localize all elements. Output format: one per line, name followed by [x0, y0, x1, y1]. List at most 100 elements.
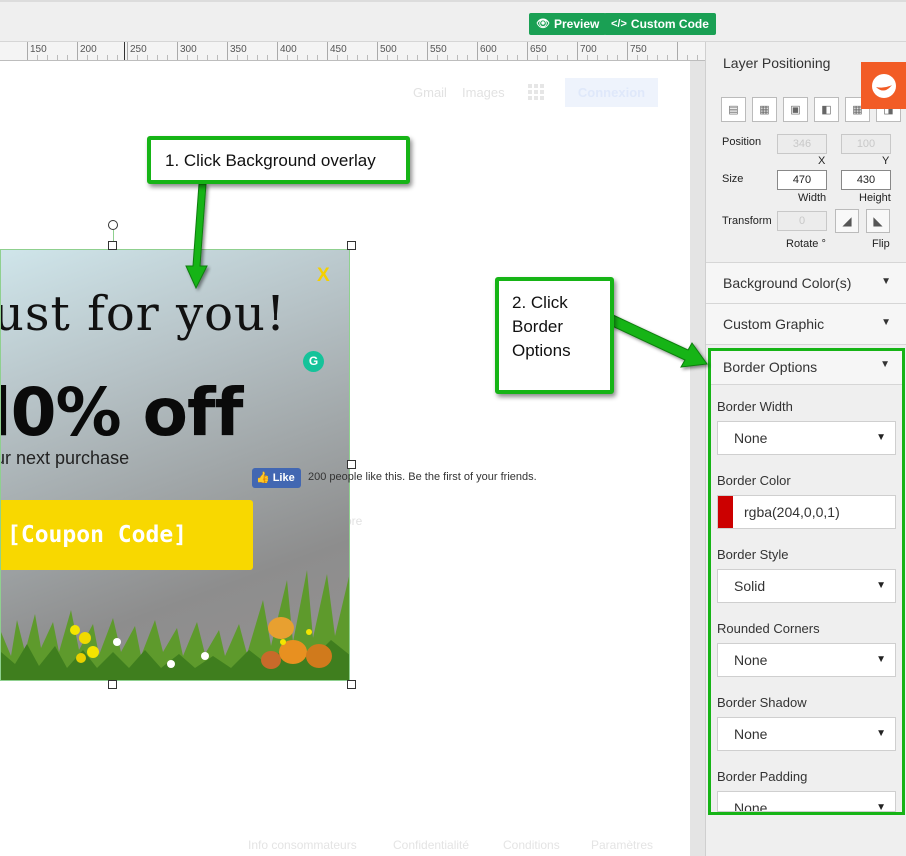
rounded-corners-select[interactable]: None ▼ — [717, 643, 896, 677]
ghost-footer-link-2: Confidentialité — [393, 838, 470, 852]
position-x-input[interactable]: 346 — [777, 134, 827, 154]
flip-horizontal-icon[interactable]: ◢ — [835, 209, 859, 233]
ghost-footer-link-3: Conditions — [503, 838, 560, 852]
background-colors-section[interactable]: Background Color(s) ▼ — [706, 263, 906, 303]
properties-panel: Layer Positioning ▤ ▦ ▣ ◧ ▦ ◨ Position 3… — [705, 42, 906, 856]
rounded-corners-value: None — [734, 652, 768, 668]
thumbs-up-icon: 👍 — [256, 472, 270, 484]
ruler-major-tick — [627, 42, 628, 60]
ruler-label: 300 — [180, 44, 197, 55]
ghost-apps-icon — [528, 84, 544, 100]
facebook-like-button[interactable]: 👍 Like — [252, 468, 301, 488]
chevron-down-icon: ▼ — [876, 432, 886, 443]
border-color-input[interactable]: rgba(204,0,0,1) — [717, 495, 896, 529]
ruler-major-tick — [177, 42, 178, 60]
ruler-label: 650 — [530, 44, 547, 55]
resize-handle-right[interactable] — [347, 460, 356, 469]
height-input[interactable]: 430 — [841, 170, 891, 190]
flip-label: Flip — [872, 238, 890, 250]
panel-divider — [706, 344, 906, 345]
border-width-value: None — [734, 430, 768, 446]
border-padding-value: None — [734, 800, 768, 812]
facebook-like-text: 200 people like this. Be the first of yo… — [308, 471, 537, 483]
position-label: Position — [722, 136, 762, 148]
ruler-label: 600 — [480, 44, 497, 55]
ruler-label: 450 — [330, 44, 347, 55]
y-label: Y — [882, 155, 890, 167]
ruler-major-tick — [527, 42, 528, 60]
align-left-icon[interactable]: ◧ — [814, 97, 839, 122]
ruler-label: 700 — [580, 44, 597, 55]
preview-button[interactable]: 👁 Preview — [529, 13, 607, 35]
ghost-connexion-button: Connexion — [565, 78, 658, 107]
custom-graphic-section[interactable]: Custom Graphic ▼ — [706, 304, 906, 344]
chevron-down-icon: ▼ — [876, 802, 886, 812]
border-options-header[interactable]: Border Options ▼ — [711, 351, 902, 385]
border-padding-select[interactable]: None ▼ — [717, 791, 896, 812]
rotate-label: Rotate ° — [786, 238, 826, 250]
flip-vertical-icon[interactable]: ◣ — [866, 209, 890, 233]
ruler-major-tick — [577, 42, 578, 60]
ruler-label: 350 — [230, 44, 247, 55]
border-width-select[interactable]: None ▼ — [717, 421, 896, 455]
border-color-value: rgba(204,0,0,1) — [744, 504, 840, 520]
border-style-value: Solid — [734, 578, 766, 594]
ghost-gmail-link: Gmail — [413, 85, 447, 100]
ruler-major-tick — [77, 42, 78, 60]
border-shadow-value: None — [734, 726, 768, 742]
ruler-label: 500 — [380, 44, 397, 55]
grass-eggs-image — [1, 570, 349, 680]
ruler-major-tick — [327, 42, 328, 60]
code-icon: </> — [611, 18, 627, 30]
resize-handle-top-right[interactable] — [347, 241, 356, 250]
brand-logo — [861, 62, 906, 109]
ruler-major-tick — [277, 42, 278, 60]
grammarly-icon[interactable]: G — [303, 351, 324, 372]
chevron-down-icon: ▼ — [881, 317, 891, 328]
ruler-label: 550 — [430, 44, 447, 55]
resize-handle-bottom[interactable] — [108, 680, 117, 689]
border-style-select[interactable]: Solid ▼ — [717, 569, 896, 603]
preview-label: Preview — [553, 17, 600, 31]
ruler-major-tick — [127, 42, 128, 60]
width-label: Width — [798, 192, 827, 204]
chevron-down-icon: ▼ — [880, 359, 890, 370]
facebook-like-label: Like — [272, 472, 295, 484]
border-width-label: Border Width — [717, 399, 793, 414]
ruler-label: 200 — [80, 44, 97, 55]
popup-background-overlay[interactable]: ust for you! l0% off ur next purchase [C… — [0, 249, 350, 681]
rotate-handle[interactable] — [108, 220, 118, 230]
chevron-down-icon: ▼ — [876, 580, 886, 591]
ruler-label: 750 — [630, 44, 647, 55]
color-swatch[interactable] — [718, 496, 733, 528]
align-top-icon[interactable]: ▤ — [721, 97, 746, 122]
horizontal-ruler: 150 200 250 300 350 400 450 500 550 600 650 700 750 — [0, 42, 705, 61]
layer-positioning-title: Layer Positioning — [723, 55, 831, 71]
ghost-footer-link-4: Paramètres — [591, 838, 654, 852]
ghost-images-link: Images — [462, 85, 505, 100]
align-middle-icon[interactable]: ▦ — [752, 97, 777, 122]
chevron-down-icon: ▼ — [876, 728, 886, 739]
ruler-label: 150 — [30, 44, 47, 55]
border-shadow-label: Border Shadow — [717, 695, 807, 710]
popup-close-icon[interactable]: X — [317, 265, 330, 287]
eye-icon: 👁 — [536, 18, 550, 30]
custom-graphic-title: Custom Graphic — [723, 316, 825, 332]
resize-handle-top[interactable] — [108, 241, 117, 250]
background-colors-title: Background Color(s) — [723, 275, 852, 291]
border-style-label: Border Style — [717, 547, 789, 562]
ruler-major-tick — [227, 42, 228, 60]
align-bottom-icon[interactable]: ▣ — [783, 97, 808, 122]
custom-code-button[interactable]: </> Custom Code — [604, 13, 716, 35]
position-y-input[interactable]: 100 — [841, 134, 891, 154]
popup-discount: l0% off — [0, 374, 243, 451]
custom-code-label: Custom Code — [630, 17, 709, 31]
rotate-input[interactable]: 0 — [777, 211, 827, 231]
resize-handle-bottom-right[interactable] — [347, 680, 356, 689]
width-input[interactable]: 470 — [777, 170, 827, 190]
border-shadow-select[interactable]: None ▼ — [717, 717, 896, 751]
border-options-panel: Border Options ▼ Border Width None ▼ Bor… — [708, 348, 905, 815]
border-padding-label: Border Padding — [717, 769, 808, 784]
popup-headline: ust for you! — [0, 286, 287, 342]
chat-bubble-icon — [871, 73, 896, 98]
